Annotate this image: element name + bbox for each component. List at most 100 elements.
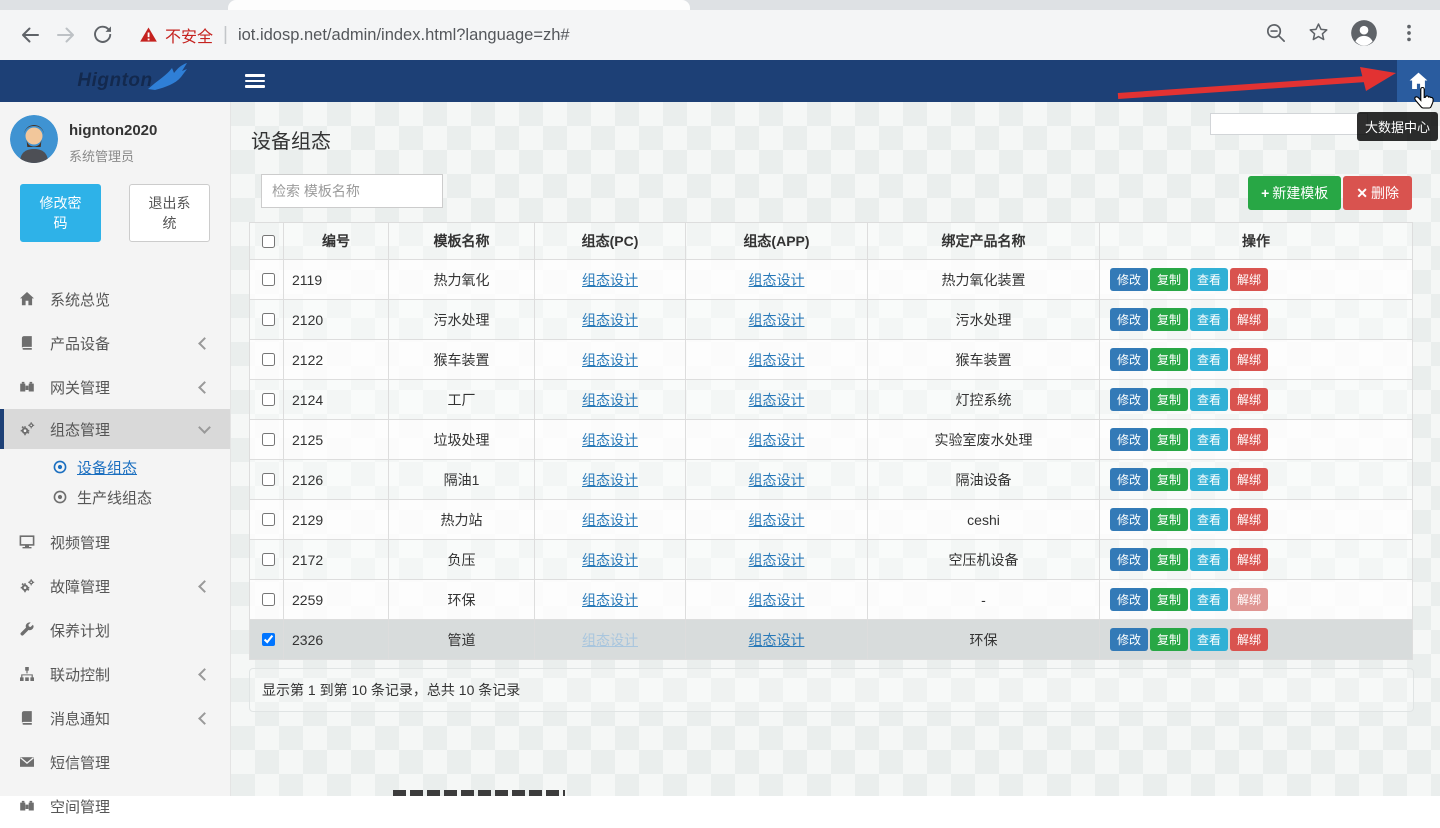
copy-button[interactable]: 复制 (1150, 548, 1188, 571)
brand-logo[interactable]: Hignton (0, 60, 230, 102)
config-design-link-app[interactable]: 组态设计 (749, 392, 805, 408)
row-checkbox[interactable] (262, 313, 275, 326)
template-search-input[interactable] (261, 174, 443, 208)
config-design-link-pc[interactable]: 组态设计 (582, 512, 638, 528)
edit-button[interactable]: 修改 (1110, 268, 1148, 291)
sidebar-item-space-mgmt[interactable]: 空间管理 (0, 784, 230, 828)
unbind-button[interactable]: 解绑 (1230, 428, 1268, 451)
row-checkbox[interactable] (262, 553, 275, 566)
edit-button[interactable]: 修改 (1110, 388, 1148, 411)
view-button[interactable]: 查看 (1190, 468, 1228, 491)
browser-active-tab[interactable] (228, 0, 690, 10)
config-design-link-app[interactable]: 组态设计 (749, 512, 805, 528)
config-design-link-app[interactable]: 组态设计 (749, 552, 805, 568)
config-design-link-app[interactable]: 组态设计 (749, 632, 805, 648)
view-button[interactable]: 查看 (1190, 588, 1228, 611)
unbind-button[interactable]: 解绑 (1230, 508, 1268, 531)
unbind-button[interactable]: 解绑 (1230, 468, 1268, 491)
edit-button[interactable]: 修改 (1110, 348, 1148, 371)
config-design-link-app[interactable]: 组态设计 (749, 432, 805, 448)
edit-button[interactable]: 修改 (1110, 628, 1148, 651)
edit-button[interactable]: 修改 (1110, 428, 1148, 451)
security-warning-label[interactable]: 不安全 (165, 23, 213, 47)
config-design-link-pc[interactable]: 组态设计 (582, 312, 638, 328)
back-button[interactable] (12, 17, 48, 53)
config-design-link-app[interactable]: 组态设计 (749, 592, 805, 608)
view-button[interactable]: 查看 (1190, 428, 1228, 451)
config-design-link-app[interactable]: 组态设计 (749, 272, 805, 288)
select-all-checkbox[interactable] (262, 235, 275, 248)
copy-button[interactable]: 复制 (1150, 468, 1188, 491)
config-design-link-pc[interactable]: 组态设计 (582, 592, 638, 608)
unbind-button[interactable]: 解绑 (1230, 628, 1268, 651)
sidebar-item-message-notify[interactable]: 消息通知 (0, 696, 230, 740)
sidebar-item-sms-mgmt[interactable]: 短信管理 (0, 740, 230, 784)
sidebar-item-system-overview[interactable]: 系统总览 (0, 277, 230, 321)
row-checkbox[interactable] (262, 513, 275, 526)
copy-button[interactable]: 复制 (1150, 508, 1188, 531)
config-design-link-app[interactable]: 组态设计 (749, 472, 805, 488)
logout-button[interactable]: 退出系统 (129, 184, 210, 242)
config-design-link-pc[interactable]: 组态设计 (582, 632, 638, 648)
row-checkbox[interactable] (262, 273, 275, 286)
view-button[interactable]: 查看 (1190, 388, 1228, 411)
edit-button[interactable]: 修改 (1110, 588, 1148, 611)
reload-button[interactable] (84, 17, 120, 53)
copy-button[interactable]: 复制 (1150, 428, 1188, 451)
sidebar-item-config-mgmt[interactable]: 组态管理 (0, 409, 230, 449)
view-button[interactable]: 查看 (1190, 268, 1228, 291)
copy-button[interactable]: 复制 (1150, 308, 1188, 331)
edit-button[interactable]: 修改 (1110, 508, 1148, 531)
edit-button[interactable]: 修改 (1110, 548, 1148, 571)
new-template-button[interactable]: + 新建模板 (1248, 176, 1341, 210)
sidebar-item-device-config[interactable]: 设备组态 (0, 452, 230, 482)
unbind-button[interactable]: 解绑 (1230, 308, 1268, 331)
view-button[interactable]: 查看 (1190, 628, 1228, 651)
config-design-link-app[interactable]: 组态设计 (749, 312, 805, 328)
unbind-button[interactable]: 解绑 (1230, 348, 1268, 371)
sidebar-item-maintenance-plan[interactable]: 保养计划 (0, 608, 230, 652)
row-checkbox[interactable] (262, 433, 275, 446)
config-design-link-pc[interactable]: 组态设计 (582, 552, 638, 568)
row-checkbox[interactable] (262, 393, 275, 406)
home-button[interactable] (1397, 60, 1440, 102)
sidebar-item-line-config[interactable]: 生产线组态 (0, 482, 230, 512)
address-bar[interactable]: 不安全 | iot.idosp.net/admin/index.html?lan… (138, 23, 1264, 47)
view-button[interactable]: 查看 (1190, 508, 1228, 531)
unbind-button[interactable]: 解绑 (1230, 268, 1268, 291)
copy-button[interactable]: 复制 (1150, 588, 1188, 611)
config-design-link-pc[interactable]: 组态设计 (582, 352, 638, 368)
row-checkbox[interactable] (262, 633, 275, 646)
row-checkbox[interactable] (262, 353, 275, 366)
copy-button[interactable]: 复制 (1150, 348, 1188, 371)
sidebar-item-fault-mgmt[interactable]: 故障管理 (0, 564, 230, 608)
global-search-input[interactable] (1210, 113, 1368, 135)
copy-button[interactable]: 复制 (1150, 268, 1188, 291)
profile-button[interactable] (1350, 19, 1378, 52)
unbind-button[interactable]: 解绑 (1230, 388, 1268, 411)
edit-button[interactable]: 修改 (1110, 468, 1148, 491)
sidebar-item-gateway-mgmt[interactable]: 网关管理 (0, 365, 230, 409)
copy-button[interactable]: 复制 (1150, 628, 1188, 651)
delete-button[interactable]: ✕ 删除 (1343, 176, 1412, 210)
row-checkbox[interactable] (262, 473, 275, 486)
config-design-link-app[interactable]: 组态设计 (749, 352, 805, 368)
view-button[interactable]: 查看 (1190, 548, 1228, 571)
change-password-button[interactable]: 修改密码 (20, 184, 101, 242)
edit-button[interactable]: 修改 (1110, 308, 1148, 331)
config-design-link-pc[interactable]: 组态设计 (582, 472, 638, 488)
forward-button[interactable] (48, 17, 84, 53)
bookmark-button[interactable] (1307, 21, 1330, 49)
config-design-link-pc[interactable]: 组态设计 (582, 272, 638, 288)
url-text[interactable]: iot.idosp.net/admin/index.html?language=… (238, 26, 570, 45)
sidebar-item-product-device[interactable]: 产品设备 (0, 321, 230, 365)
unbind-button[interactable]: 解绑 (1230, 548, 1268, 571)
view-button[interactable]: 查看 (1190, 308, 1228, 331)
zoom-out-button[interactable] (1264, 21, 1287, 49)
browser-menu-button[interactable] (1398, 22, 1420, 49)
copy-button[interactable]: 复制 (1150, 388, 1188, 411)
view-button[interactable]: 查看 (1190, 348, 1228, 371)
config-design-link-pc[interactable]: 组态设计 (582, 432, 638, 448)
row-checkbox[interactable] (262, 593, 275, 606)
config-design-link-pc[interactable]: 组态设计 (582, 392, 638, 408)
